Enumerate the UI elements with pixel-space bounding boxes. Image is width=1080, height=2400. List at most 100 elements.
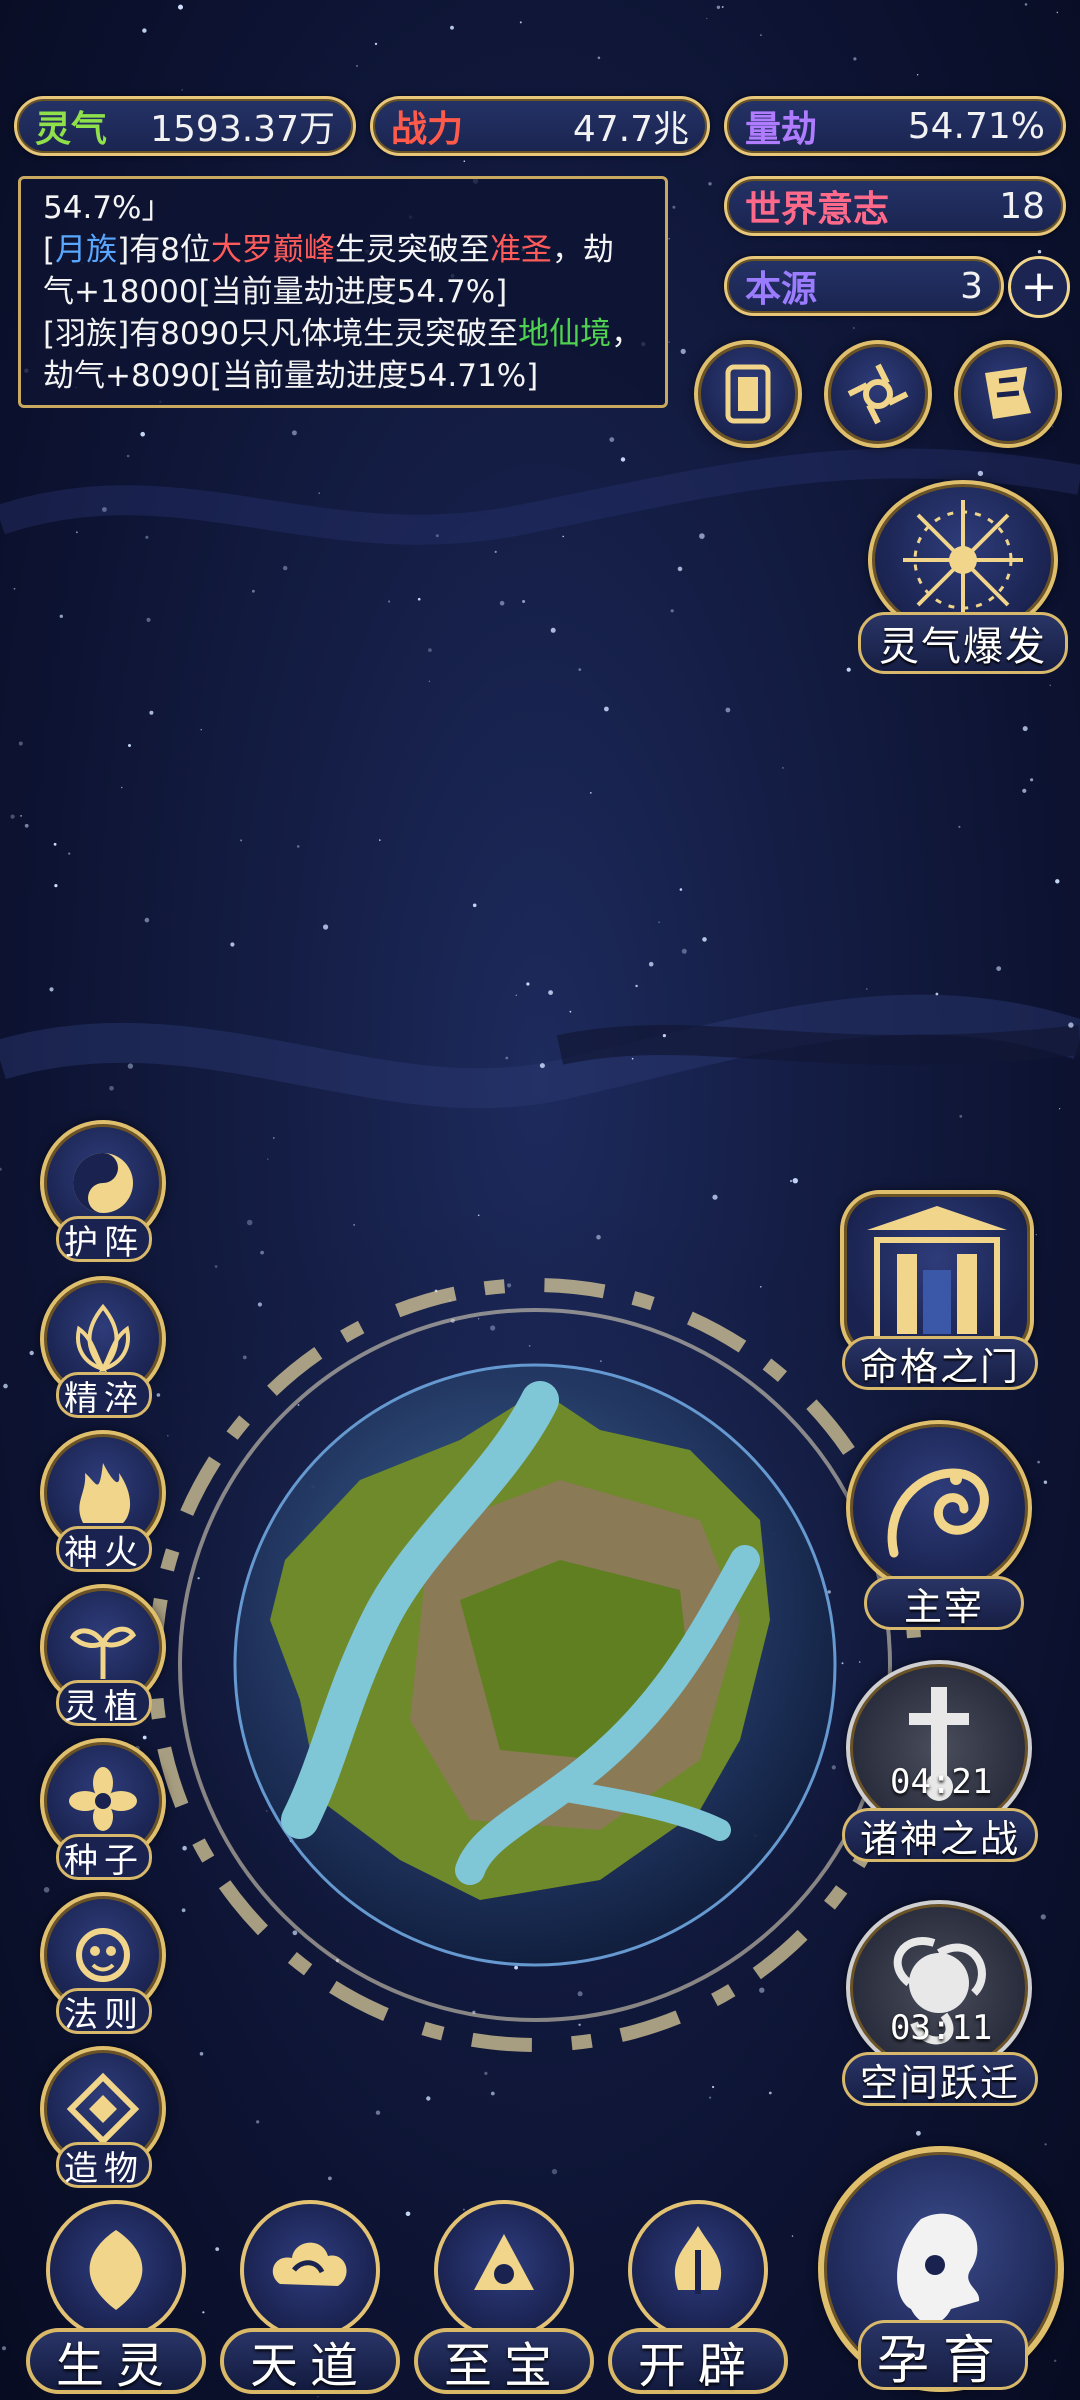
left-menu-label[interactable]: 法则	[56, 1988, 152, 2035]
flag-button[interactable]	[954, 340, 1062, 448]
star	[297, 1404, 300, 1406]
star	[535, 1684, 540, 1689]
log-message-2: [羽族]有8090只凡体境生灵突破至地仙境，劫气+8090[当前量劫进度54.7…	[43, 313, 643, 397]
bottom-nav-label: 生灵	[26, 2328, 206, 2394]
star	[273, 1137, 275, 1139]
star	[328, 2176, 332, 2181]
star	[24, 823, 29, 828]
star	[791, 2235, 794, 2237]
vortex-icon	[847, 363, 909, 425]
fire-icon	[79, 1463, 131, 1523]
origin-stat[interactable]: 本源 3	[724, 256, 1004, 316]
star	[145, 535, 149, 539]
fate-gate-label[interactable]: 命格之门	[842, 1336, 1038, 1390]
star	[478, 1318, 480, 1320]
card-button[interactable]	[694, 340, 802, 448]
star	[668, 237, 670, 240]
log-text: 生灵突破至	[334, 232, 490, 268]
event-log[interactable]: 54.7%」 [月族]有8位大罗巅峰生灵突破至准圣，劫气+18000[当前量劫进…	[18, 176, 668, 408]
star	[182, 1845, 187, 1851]
spirit-qi-stat[interactable]: 灵气 1593.37万	[14, 96, 356, 156]
gods-war-label[interactable]: 诸神之战	[842, 1808, 1038, 1862]
star	[548, 990, 553, 995]
left-menu-label[interactable]: 造物	[56, 2142, 152, 2189]
star	[514, 1965, 518, 1970]
star	[721, 6, 724, 8]
star	[681, 948, 687, 954]
star	[789, 1179, 793, 1183]
left-menu-label[interactable]: 护阵	[56, 1216, 152, 1263]
star	[706, 17, 708, 20]
bottom-nav-item[interactable]: 生灵	[26, 2200, 206, 2400]
star	[464, 1606, 470, 1613]
add-origin-button[interactable]: +	[1008, 256, 1070, 318]
star	[1022, 726, 1028, 732]
left-menu-label[interactable]: 精淬	[56, 1372, 152, 1419]
nurture-button[interactable]: 孕育	[818, 2146, 1064, 2400]
star	[428, 648, 432, 652]
star	[142, 1735, 147, 1740]
star	[512, 1739, 515, 1742]
floating-island	[270, 1381, 770, 1900]
star	[486, 1772, 489, 1775]
star	[551, 2168, 558, 2175]
star	[292, 1930, 298, 1936]
star	[374, 42, 378, 46]
star	[199, 2052, 204, 2056]
star	[977, 470, 984, 477]
log-target-realm: 准圣	[489, 232, 552, 268]
space-jump-label[interactable]: 空间跃迁	[842, 2052, 1038, 2106]
star	[662, 1034, 667, 1038]
star	[668, 341, 670, 343]
space-jump-button[interactable]	[846, 1900, 1032, 2076]
dominator-label[interactable]: 主宰	[864, 1576, 1024, 1630]
star	[679, 888, 683, 891]
star	[289, 1837, 295, 1843]
log-target-realm: 地仙境	[518, 316, 612, 352]
star	[477, 1214, 480, 1217]
star	[49, 987, 54, 992]
left-menu-label[interactable]: 神火	[56, 1526, 152, 1573]
star	[596, 1234, 601, 1240]
star	[144, 917, 150, 923]
star	[102, 507, 107, 512]
world-will-stat[interactable]: 世界意志 18	[724, 176, 1066, 236]
star	[265, 1810, 268, 1812]
star	[472, 2010, 476, 2014]
bottom-nav-item[interactable]: 开辟	[608, 2200, 788, 2400]
fate-gate-button[interactable]	[840, 1190, 1034, 1360]
star	[759, 1987, 765, 1993]
yin-yang-icon	[73, 1153, 133, 1213]
star	[1056, 11, 1059, 14]
star	[782, 767, 784, 769]
star	[648, 961, 654, 967]
dominator-button[interactable]	[846, 1420, 1032, 1596]
star	[267, 1158, 269, 1160]
origin-label: 本源	[745, 269, 818, 310]
calamity-stat[interactable]: 量劫 54.71%	[724, 96, 1066, 156]
combat-power-label: 战力	[391, 109, 464, 150]
star	[597, 56, 601, 60]
star	[375, 2110, 381, 2115]
star	[126, 454, 130, 458]
bottom-nav-item[interactable]: 天道	[220, 2200, 400, 2400]
star	[54, 884, 58, 888]
star	[68, 852, 71, 855]
star	[846, 667, 851, 672]
star	[140, 431, 145, 437]
star	[3, 1383, 8, 1389]
left-menu-label[interactable]: 灵植	[56, 1680, 152, 1727]
star	[641, 1697, 645, 1702]
star	[522, 600, 526, 603]
spirit-burst-label[interactable]: 灵气爆发	[858, 612, 1068, 674]
nurture-label[interactable]: 孕育	[858, 2320, 1028, 2391]
star	[539, 1063, 545, 1069]
vortex-button[interactable]	[824, 340, 932, 448]
left-menu-label[interactable]: 种子	[56, 1834, 152, 1881]
bottom-nav-item[interactable]: 至宝	[414, 2200, 594, 2400]
law-icon	[76, 1928, 130, 1982]
combat-power-stat[interactable]: 战力 47.7兆	[370, 96, 710, 156]
star	[1040, 1914, 1046, 1920]
star	[513, 1572, 517, 1577]
creation-icon	[66, 2072, 140, 2146]
